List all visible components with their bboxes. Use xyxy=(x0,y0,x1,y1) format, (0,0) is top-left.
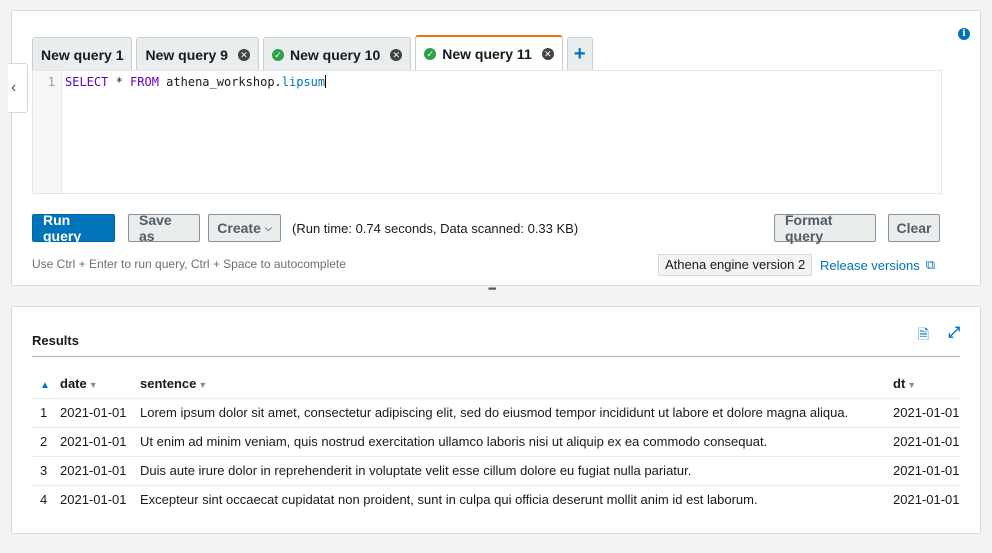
row-number: 3 xyxy=(32,456,52,486)
column-label: date xyxy=(60,376,87,392)
cell-sentence: Ut enim ad minim veniam, quis nostrud ex… xyxy=(132,427,885,457)
query-text[interactable]: SELECT * FROM athena_workshop.lipsum xyxy=(65,75,327,89)
sql-editor[interactable]: 1 SELECT * FROM athena_workshop.lipsum xyxy=(32,70,942,194)
add-tab-button[interactable]: + xyxy=(566,37,593,71)
column-label: sentence xyxy=(140,376,197,392)
cell-date: 2021-01-01 xyxy=(60,492,127,508)
format-query-button[interactable]: Format query xyxy=(774,212,876,244)
line-number: 1 xyxy=(33,71,62,193)
release-link-label: Release versions xyxy=(820,257,920,273)
query-editor-panel: ‹ New query 1 New query 9 ✕ ✓ New query … xyxy=(8,10,981,286)
panel-resize-handle[interactable]: ••• xyxy=(488,284,496,295)
chevron-left-icon[interactable]: ‹ xyxy=(8,63,28,113)
column-header-sentence[interactable]: sentence ▼ xyxy=(132,370,885,399)
cell-dt: 2021-01-01 xyxy=(885,398,960,428)
sql-keyword: FROM xyxy=(130,75,159,89)
text-caret xyxy=(325,75,327,88)
engine-version-badge: Athena engine version 2 xyxy=(658,254,813,276)
row-number: 1 xyxy=(32,398,52,428)
external-link-icon: ⧉ xyxy=(925,257,936,272)
cell-date: 2021-01-01 xyxy=(52,427,132,457)
sql-star: * xyxy=(108,75,131,89)
sort-icon: ▼ xyxy=(198,380,208,391)
tab-new-query-10[interactable]: ✓ New query 10 ✕ xyxy=(262,37,412,71)
expand-icon[interactable]: ⤢ xyxy=(948,324,960,341)
results-panel: Results 🗎 ⤢ ▲ date ▼ sentence ▼ dt ▼ 1 2021… xyxy=(11,306,981,534)
cell-dt: 2021-01-01 xyxy=(893,492,960,508)
close-icon[interactable]: ✕ xyxy=(390,48,403,61)
table-row: 4 2021-01-01 Excepteur sint occaecat cup… xyxy=(32,485,960,514)
create-dropdown-button[interactable]: Create ⌵ xyxy=(208,214,281,242)
save-as-button[interactable]: Save as xyxy=(128,212,200,244)
create-label: Create xyxy=(217,220,261,236)
row-number: 4 xyxy=(40,492,48,508)
column-header-date[interactable]: date ▼ xyxy=(52,370,132,399)
sql-separator: . xyxy=(274,75,282,89)
tab-label: New query 11 xyxy=(442,46,532,62)
table-row: 2 2021-01-01 Ut enim ad minim veniam, qu… xyxy=(32,427,960,457)
info-icon[interactable]: i xyxy=(958,28,970,40)
close-icon[interactable]: ✕ xyxy=(237,48,250,61)
cell-dt: 2021-01-01 xyxy=(885,427,960,457)
table-row: 3 2021-01-01 Duis aute irure dolor in re… xyxy=(32,456,960,486)
column-label: dt xyxy=(893,376,906,392)
sort-ascending-icon[interactable]: ▲ xyxy=(32,370,52,399)
release-versions-link[interactable]: Release versions ⧉ xyxy=(820,257,935,273)
plus-icon: + xyxy=(573,43,586,65)
check-circle-icon: ✓ xyxy=(271,48,284,61)
sort-icon: ▼ xyxy=(88,380,98,391)
sql-table: lipsum xyxy=(281,75,326,89)
close-icon[interactable]: ✕ xyxy=(541,48,554,60)
results-table: ▲ date ▼ sentence ▼ dt ▼ 1 2021-01-01 Lorem… xyxy=(32,370,960,514)
table-row: 1 2021-01-01 Lorem ipsum dolor sit amet,… xyxy=(32,398,960,428)
tab-new-query-11[interactable]: ✓ New query 11 ✕ xyxy=(415,35,563,71)
query-tabs: New query 1 New query 9 ✕ ✓ New query 10… xyxy=(32,35,593,71)
tab-new-query-1[interactable]: New query 1 xyxy=(32,37,133,71)
cell-sentence: Excepteur sint occaecat cupidatat non pr… xyxy=(140,492,758,508)
tab-label: New query 9 xyxy=(145,46,228,63)
cell-date: 2021-01-01 xyxy=(52,456,132,486)
download-icon[interactable]: 🗎 xyxy=(918,324,929,348)
keyboard-hint: Use Ctrl + Enter to run query, Ctrl + Sp… xyxy=(32,257,346,271)
cell-sentence: Lorem ipsum dolor sit amet, consectetur … xyxy=(132,398,885,428)
sql-keyword: SELECT xyxy=(65,75,109,89)
cell-sentence: Duis aute irure dolor in reprehenderit i… xyxy=(132,456,885,486)
divider xyxy=(32,356,960,357)
sort-icon: ▼ xyxy=(907,380,917,391)
tab-new-query-9[interactable]: New query 9 ✕ xyxy=(136,37,259,71)
clear-button[interactable]: Clear xyxy=(888,214,940,242)
cell-dt: 2021-01-01 xyxy=(885,456,960,486)
run-info: (Run time: 0.74 seconds, Data scanned: 0… xyxy=(292,221,579,236)
tab-label: New query 1 xyxy=(41,46,124,63)
chevron-down-icon: ⌵ xyxy=(264,222,272,233)
table-header-row: ▲ date ▼ sentence ▼ dt ▼ xyxy=(32,370,960,399)
column-header-dt[interactable]: dt ▼ xyxy=(885,370,960,399)
results-title: Results xyxy=(32,333,79,348)
row-number: 2 xyxy=(32,427,52,457)
sql-database: athena_workshop xyxy=(158,75,275,89)
tab-label: New query 10 xyxy=(289,46,381,63)
cell-date: 2021-01-01 xyxy=(52,398,132,428)
run-query-button[interactable]: Run query xyxy=(32,212,115,244)
check-circle-icon: ✓ xyxy=(424,48,437,60)
